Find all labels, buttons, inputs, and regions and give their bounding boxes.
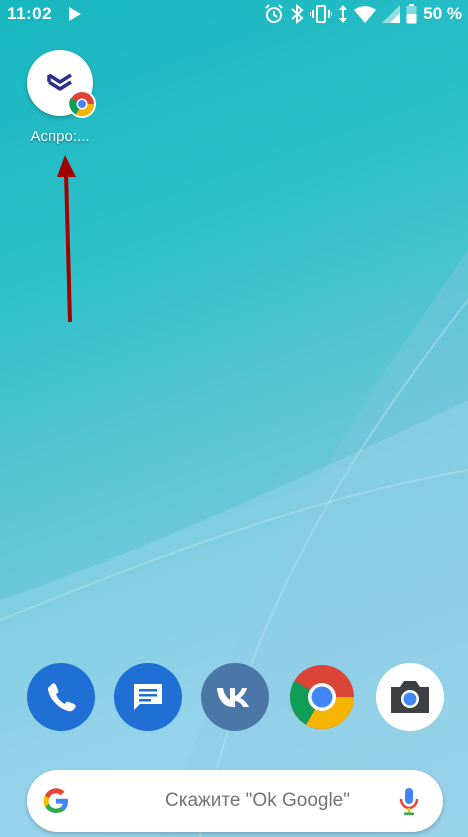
phone-icon[interactable] xyxy=(27,663,95,731)
play-icon xyxy=(68,6,82,27)
chrome-badge-icon xyxy=(68,90,96,118)
status-time: 11:02 xyxy=(7,4,53,23)
wifi-icon xyxy=(354,3,377,25)
battery-percent: 50 % xyxy=(423,4,462,23)
chrome-icon[interactable] xyxy=(288,663,356,731)
search-hint: Скажите "Ok Google" xyxy=(165,790,350,811)
vibrate-icon xyxy=(310,3,333,25)
red-arrow-annotation xyxy=(57,155,76,323)
status-icons: 50 % xyxy=(264,3,462,25)
aspro-shortcut[interactable] xyxy=(27,50,96,118)
battery-icon xyxy=(406,3,417,25)
mic-icon[interactable] xyxy=(399,786,419,821)
signal-icon xyxy=(382,3,401,25)
bluetooth-icon xyxy=(290,3,304,25)
vk-icon[interactable] xyxy=(201,663,269,731)
aspro-shortcut-label: Аспро:... xyxy=(30,128,90,145)
status-bar: 11:02 50 % xyxy=(0,0,468,30)
messages-icon[interactable] xyxy=(114,663,182,731)
google-search-bar[interactable]: Скажите "Ok Google" xyxy=(27,770,443,832)
camera-icon[interactable] xyxy=(376,663,444,731)
alarm-icon xyxy=(264,3,284,25)
data-arrows-icon xyxy=(338,3,348,25)
google-g-icon xyxy=(41,786,71,821)
dock xyxy=(0,663,468,735)
